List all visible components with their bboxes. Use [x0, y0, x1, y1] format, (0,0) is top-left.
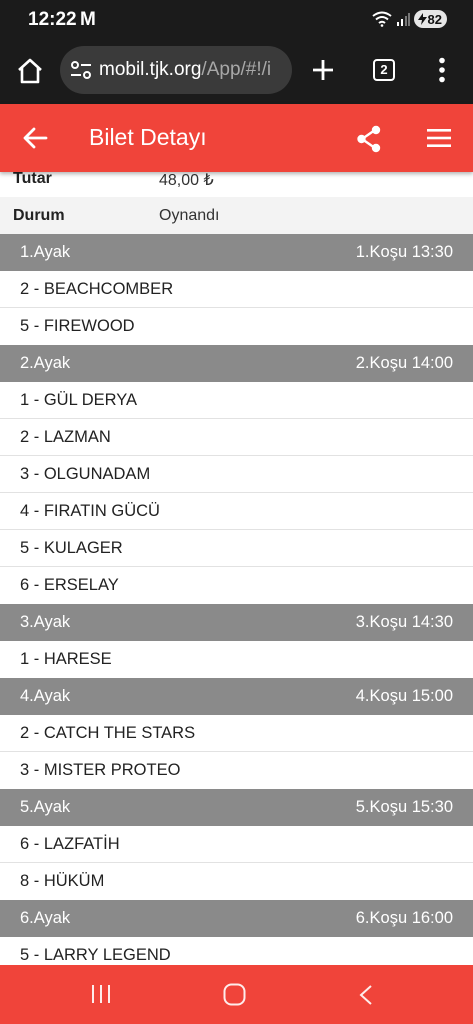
horse-row: 4 - FIRATIN GÜCÜ — [0, 493, 473, 530]
horse-name: 3 - OLGUNADAM — [20, 465, 151, 483]
horse-name: 2 - BEACHCOMBER — [20, 280, 174, 298]
status-bar: 12:22 M 82 — [0, 0, 473, 38]
more-options-icon[interactable] — [438, 57, 446, 83]
horse-name: 4 - FIRATIN GÜCÜ — [20, 502, 160, 520]
leg-header: 3.Ayak 3.Koşu 14:30 — [0, 604, 473, 641]
info-label: Tutar — [13, 170, 52, 187]
horse-row: 2 - BEACHCOMBER — [0, 271, 473, 308]
system-navigation-bar — [0, 965, 473, 1024]
leg-race-time: 5.Koşu 15:30 — [355, 798, 453, 816]
url-host: mobil.tjk.org — [99, 59, 202, 80]
horse-row: 2 - LAZMAN — [0, 419, 473, 456]
status-time: 12:22 — [28, 9, 77, 30]
leg-name: 6.Ayak — [20, 909, 71, 927]
leg-name: 4.Ayak — [20, 687, 71, 705]
leg-race-time: 3.Koşu 14:30 — [355, 613, 453, 631]
leg-name: 3.Ayak — [20, 613, 71, 631]
leg-header: 1.Ayak 1.Koşu 13:30 — [0, 234, 473, 271]
new-tab-icon[interactable] — [309, 56, 337, 84]
back-arrow-icon[interactable] — [22, 126, 48, 150]
wifi-icon — [371, 11, 392, 27]
horse-row: 6 - ERSELAY — [0, 567, 473, 604]
leg-header: 5.Ayak 5.Koşu 15:30 — [0, 789, 473, 826]
app-header: Bilet Detayı — [0, 104, 473, 172]
horse-name: 1 - HARESE — [20, 650, 112, 668]
horse-name: 3 - MISTER PROTEO — [20, 761, 181, 779]
horse-name: 2 - LAZMAN — [20, 428, 111, 446]
leg-header: 6.Ayak 6.Koşu 16:00 — [0, 900, 473, 937]
horse-row: 1 - HARESE — [0, 641, 473, 678]
tab-switcher-button[interactable]: 2 — [373, 59, 395, 81]
info-value: Oynandı — [159, 207, 220, 224]
browser-toolbar: mobil.tjk.org/App/#!/i 2 — [0, 38, 473, 104]
leg-race-time: 2.Koşu 14:00 — [355, 354, 453, 372]
horse-row: 5 - FIREWOOD — [0, 308, 473, 345]
info-value: 48,00 ₺ — [159, 172, 214, 189]
page-title: Bilet Detayı — [89, 124, 207, 150]
leg-race-time: 1.Koşu 13:30 — [355, 243, 453, 261]
horse-row: 2 - CATCH THE STARS — [0, 715, 473, 752]
horse-name: 1 - GÜL DERYA — [20, 391, 138, 409]
recent-apps-icon[interactable] — [90, 984, 112, 1004]
browser-home-icon[interactable] — [16, 57, 44, 85]
gmail-notification-icon: M — [80, 9, 96, 30]
address-bar[interactable]: mobil.tjk.org/App/#!/i — [60, 46, 292, 94]
battery-level: 82 — [427, 11, 442, 27]
horse-name: 6 - ERSELAY — [20, 576, 119, 594]
url-text: mobil.tjk.org/App/#!/i — [99, 59, 284, 81]
status-indicators: 82 — [371, 10, 447, 28]
leg-race-time: 4.Koşu 15:00 — [355, 687, 453, 705]
leg-header: 2.Ayak 2.Koşu 14:00 — [0, 345, 473, 382]
share-icon[interactable] — [356, 125, 382, 153]
horse-row: 3 - MISTER PROTEO — [0, 752, 473, 789]
leg-name: 1.Ayak — [20, 243, 71, 261]
horse-row: 1 - GÜL DERYA — [0, 382, 473, 419]
ticket-detail-content[interactable]: Tutar 48,00 ₺ Durum Oynandı 1.Ayak 1.Koş… — [0, 160, 473, 965]
horse-name: 8 - HÜKÜM — [20, 872, 105, 890]
horse-name: 2 - CATCH THE STARS — [20, 724, 196, 742]
horse-row: 8 - HÜKÜM — [0, 863, 473, 900]
home-icon[interactable] — [223, 983, 246, 1006]
hamburger-menu-icon[interactable] — [427, 128, 451, 148]
info-row-status: Durum Oynandı — [0, 197, 473, 234]
leg-header: 4.Ayak 4.Koşu 15:00 — [0, 678, 473, 715]
battery-indicator: 82 — [413, 10, 447, 28]
leg-race-time: 6.Koşu 16:00 — [355, 909, 453, 927]
leg-name: 5.Ayak — [20, 798, 71, 816]
back-icon[interactable] — [358, 984, 374, 1006]
site-settings-icon[interactable] — [70, 60, 92, 80]
horse-row: 3 - OLGUNADAM — [0, 456, 473, 493]
url-path: /App/#!/i — [201, 59, 272, 80]
horse-row: 5 - LARRY LEGEND — [0, 937, 473, 965]
horse-row: 6 - LAZFATİH — [0, 826, 473, 863]
info-label: Durum — [13, 207, 65, 224]
leg-name: 2.Ayak — [20, 354, 71, 372]
horse-name: 5 - KULAGER — [20, 539, 123, 557]
signal-icon — [396, 13, 410, 26]
horse-name: 5 - FIREWOOD — [20, 317, 135, 335]
horse-name: 6 - LAZFATİH — [20, 835, 120, 853]
horse-row: 5 - KULAGER — [0, 530, 473, 567]
charging-icon — [417, 13, 427, 25]
horse-name: 5 - LARRY LEGEND — [20, 946, 171, 964]
